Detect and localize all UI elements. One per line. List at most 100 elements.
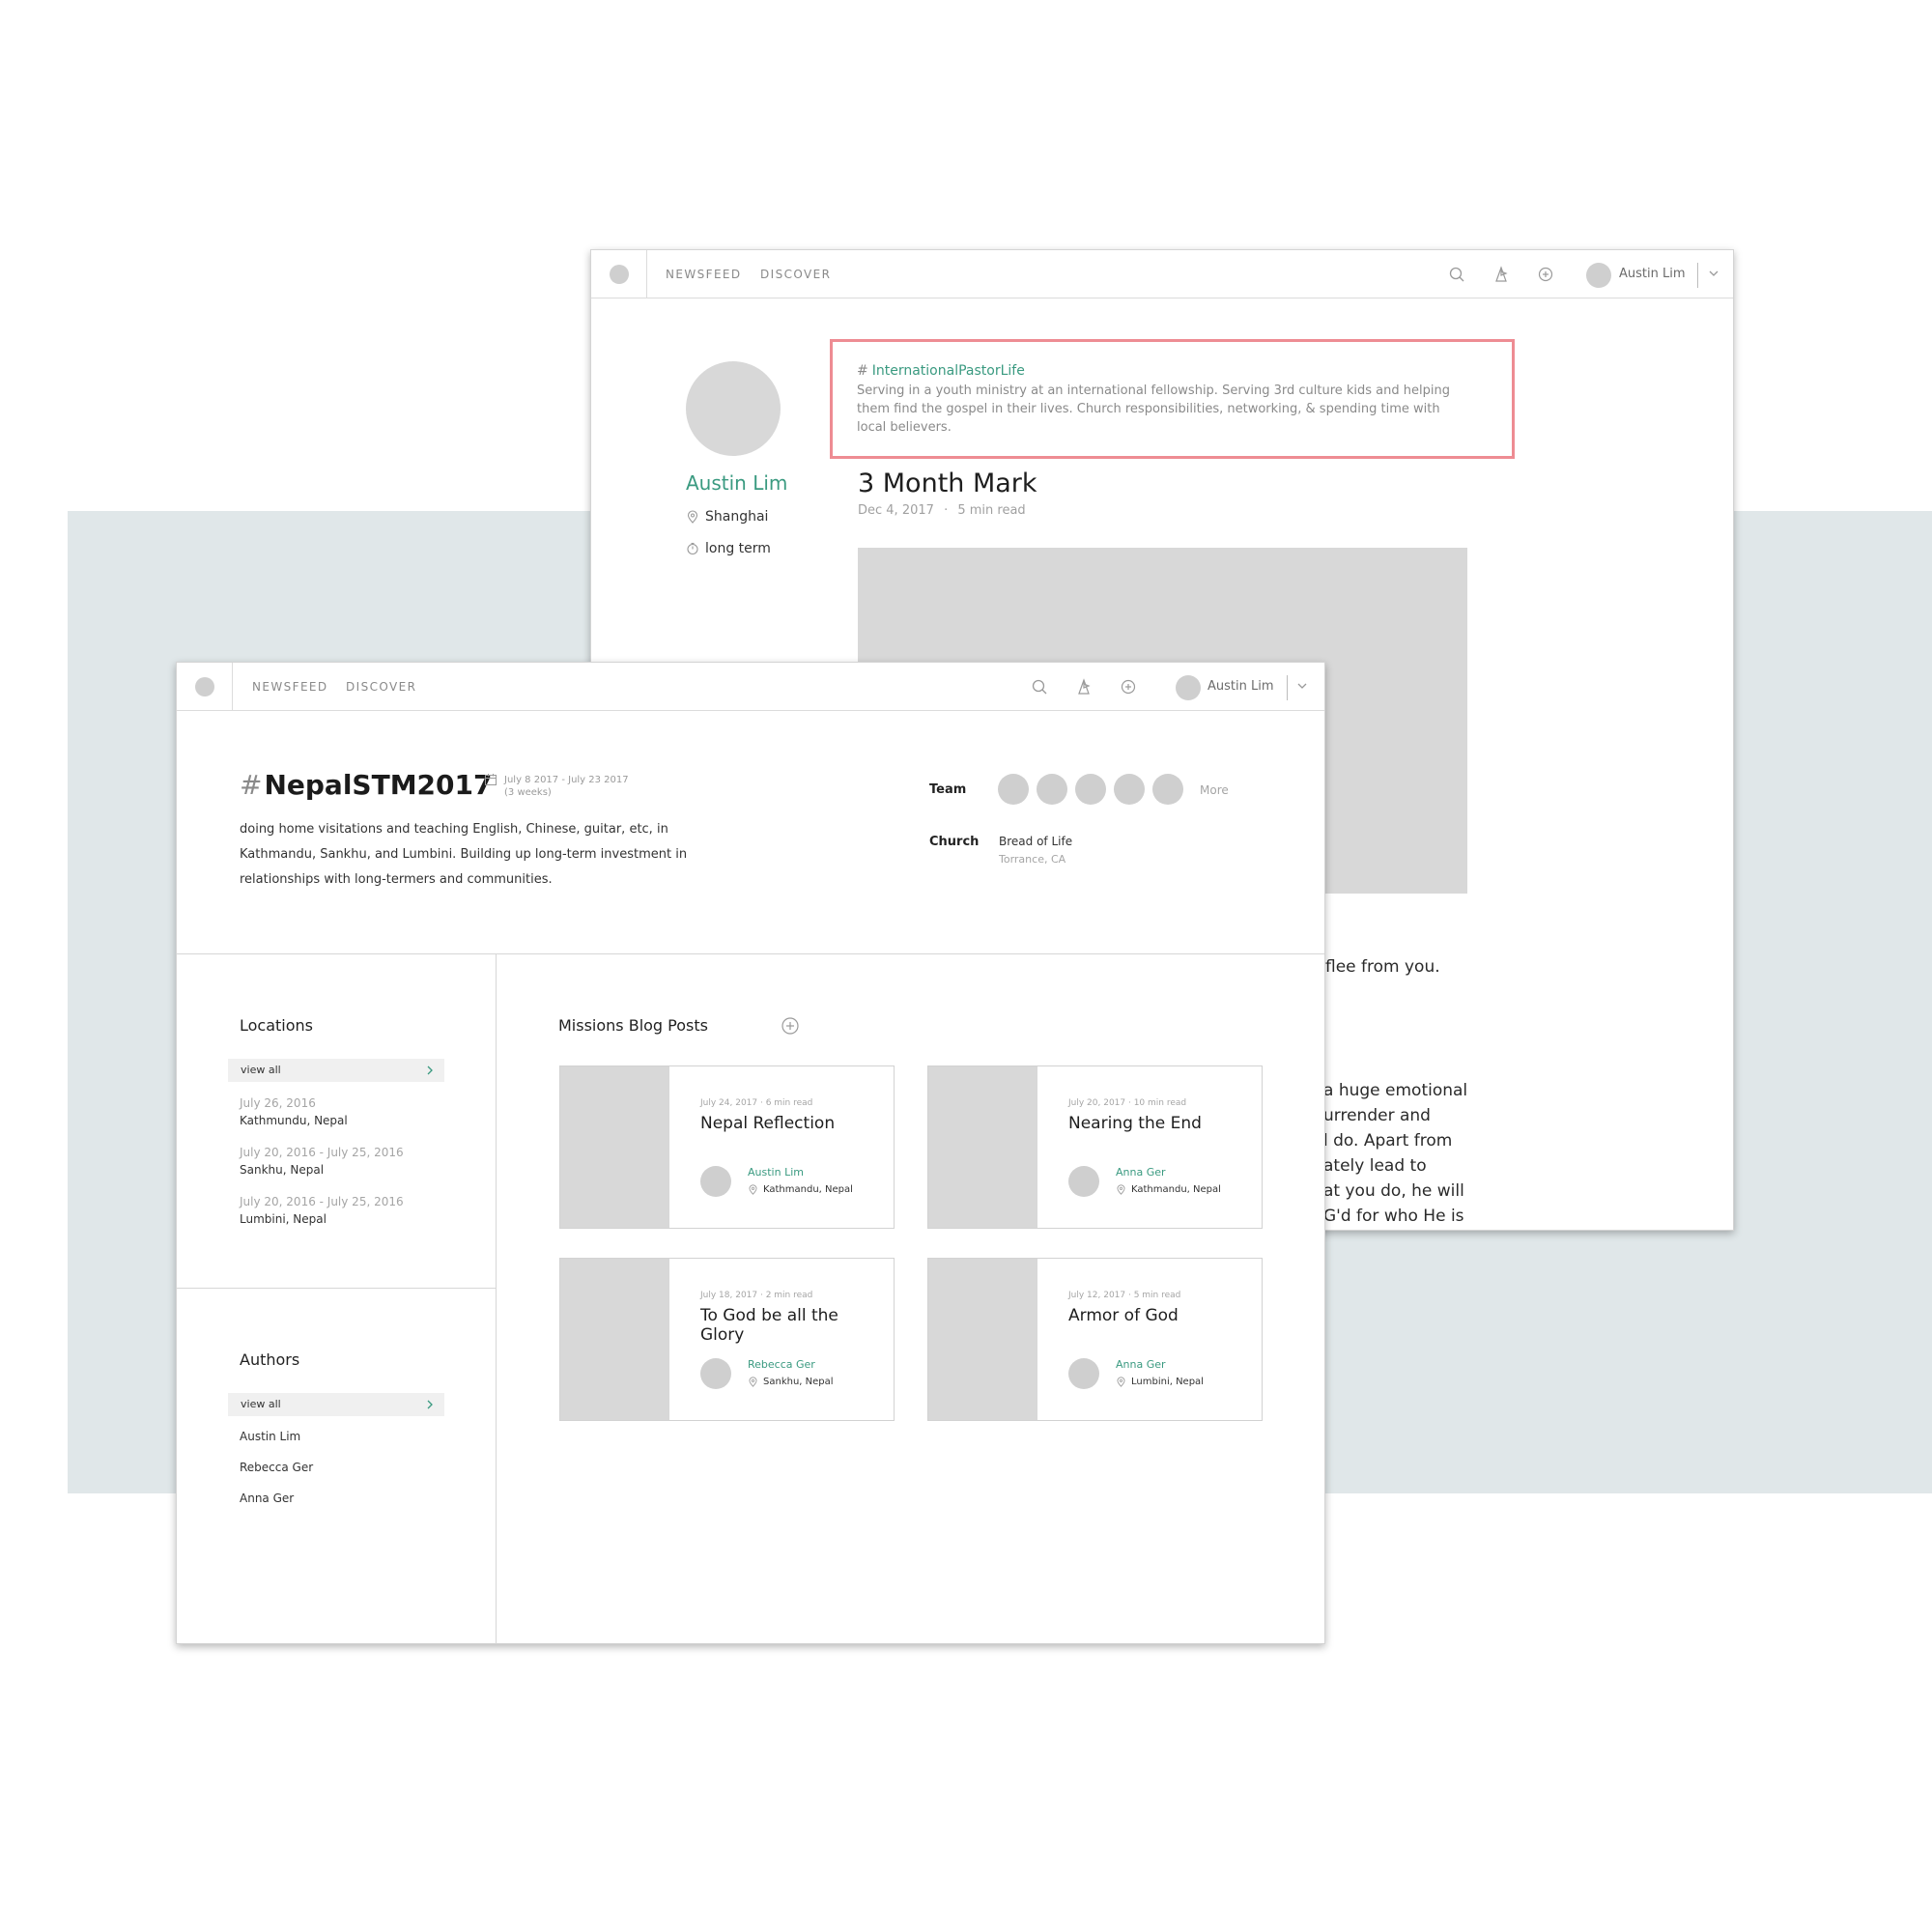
user-avatar[interactable] [1176, 675, 1201, 700]
blog-post-title[interactable]: Nepal Reflection [700, 1114, 874, 1133]
blog-post-meta: July 20, 2017 · 10 min read [1068, 1098, 1187, 1108]
chevron-right-icon [427, 1065, 433, 1075]
team-member-avatar[interactable] [1075, 774, 1106, 805]
author-name[interactable]: Austin Lim [240, 1430, 300, 1443]
location-name[interactable]: Lumbini, Nepal [240, 1212, 327, 1226]
profile-location: Shanghai [686, 509, 768, 525]
blog-post-location-text: Kathmandu, Nepal [1131, 1184, 1221, 1195]
post-body-line: at you do, he will [1323, 1181, 1464, 1201]
logo-icon[interactable] [195, 677, 214, 696]
blog-post-card[interactable]: July 20, 2017 · 10 min read Nearing the … [927, 1065, 1263, 1229]
post-body-line: urrender and [1323, 1106, 1431, 1125]
blog-post-thumbnail[interactable] [560, 1066, 669, 1228]
profile-term-text: long term [705, 541, 771, 556]
location-pin-icon [1117, 1184, 1125, 1195]
stage: NEWSFEED DISCOVER Austin Lim Austin Lim … [0, 0, 1932, 1932]
nav-newsfeed[interactable]: NEWSFEED [666, 268, 742, 281]
trip-description: doing home visitations and teaching Engl… [240, 822, 688, 887]
add-post-icon[interactable] [781, 1016, 800, 1036]
column-divider [496, 953, 497, 1643]
nav-discover[interactable]: DISCOVER [760, 268, 831, 281]
blog-post-meta: July 18, 2017 · 2 min read [700, 1291, 813, 1300]
location-date: July 20, 2016 - July 25, 2016 [240, 1195, 404, 1208]
blog-post-thumbnail[interactable] [560, 1259, 669, 1420]
add-icon[interactable] [1118, 676, 1139, 697]
author-avatar [1068, 1358, 1099, 1389]
logo-icon[interactable] [610, 265, 629, 284]
authors-view-all[interactable]: view all [228, 1393, 444, 1416]
profile-hashtag-text[interactable]: InternationalPastorLife [872, 363, 1025, 379]
profile-name[interactable]: Austin Lim [686, 471, 787, 495]
profile-hashtag[interactable]: # InternationalPastorLife [857, 363, 1025, 379]
nav-newsfeed[interactable]: NEWSFEED [252, 680, 328, 694]
blog-post-thumbnail[interactable] [928, 1066, 1037, 1228]
team-more-link[interactable]: More [1200, 783, 1229, 797]
post-body-line: a huge emotional [1323, 1081, 1468, 1100]
profile-avatar [686, 361, 781, 456]
blog-posts-title: Missions Blog Posts [558, 1016, 708, 1035]
blog-post-meta: July 12, 2017 · 5 min read [1068, 1291, 1181, 1300]
user-avatar[interactable] [1586, 263, 1611, 288]
chevron-down-icon[interactable] [1706, 266, 1721, 281]
locations-title: Locations [240, 1016, 314, 1035]
blog-post-card[interactable]: July 12, 2017 · 5 min read Armor of God … [927, 1258, 1263, 1421]
blog-post-author[interactable]: Anna Ger [1116, 1358, 1166, 1371]
team-member-avatar[interactable] [1152, 774, 1183, 805]
timer-icon [687, 542, 698, 555]
location-name[interactable]: Sankhu, Nepal [240, 1163, 324, 1177]
view-all-label: view all [241, 1398, 281, 1410]
trip-duration: (3 weeks) [504, 787, 552, 798]
locations-view-all[interactable]: view all [228, 1059, 444, 1082]
author-name[interactable]: Rebecca Ger [240, 1461, 313, 1474]
post-meta-separator: · [944, 503, 949, 518]
location-pin-icon [1117, 1377, 1125, 1387]
blog-post-title[interactable]: Nearing the End [1068, 1114, 1242, 1133]
team-label: Team [929, 782, 967, 797]
add-icon[interactable] [1535, 264, 1556, 285]
post-meta: Dec 4, 2017 · 5 min read [858, 503, 1026, 518]
chevron-down-icon[interactable] [1294, 678, 1310, 694]
hash-symbol: # [240, 769, 263, 801]
authors-title: Authors [240, 1350, 300, 1369]
blog-post-author[interactable]: Austin Lim [748, 1166, 804, 1179]
search-icon[interactable] [1029, 676, 1050, 697]
nav-username[interactable]: Austin Lim [1619, 267, 1686, 281]
blog-post-card[interactable]: July 18, 2017 · 2 min read To God be all… [559, 1258, 895, 1421]
location-date: July 26, 2016 [240, 1096, 316, 1110]
nav-username[interactable]: Austin Lim [1208, 679, 1274, 694]
post-title[interactable]: 3 Month Mark [858, 469, 1037, 498]
blog-post-card[interactable]: July 24, 2017 · 6 min read Nepal Reflect… [559, 1065, 895, 1229]
location-name[interactable]: Kathmundu, Nepal [240, 1114, 348, 1127]
blog-post-title[interactable]: To God be all the Glory [700, 1306, 874, 1345]
post-body-line: G'd for who He is [1323, 1207, 1464, 1226]
chevron-right-icon [427, 1400, 433, 1409]
logo-cell[interactable] [177, 663, 233, 711]
blog-post-location-text: Lumbini, Nepal [1131, 1377, 1204, 1387]
blog-post-location: Sankhu, Nepal [748, 1377, 834, 1387]
blog-post-author[interactable]: Rebecca Ger [748, 1358, 815, 1371]
logo-cell[interactable] [591, 250, 647, 298]
church-name[interactable]: Bread of Life [999, 835, 1072, 848]
location-pin-icon [687, 510, 698, 524]
post-date: Dec 4, 2017 [858, 503, 934, 518]
flag-icon[interactable] [1491, 264, 1512, 285]
team-member-avatar[interactable] [1037, 774, 1067, 805]
team-member-avatar[interactable] [1114, 774, 1145, 805]
blog-post-meta: July 24, 2017 · 6 min read [700, 1098, 813, 1108]
nav-divider [1287, 675, 1288, 700]
calendar-icon [485, 774, 497, 785]
sidebar-divider [177, 1288, 496, 1289]
team-member-avatar[interactable] [998, 774, 1029, 805]
church-label: Church [929, 835, 980, 849]
blog-post-location-text: Sankhu, Nepal [763, 1377, 834, 1387]
trip-title: #NepalSTM2017 [240, 769, 493, 801]
blog-post-title[interactable]: Armor of God [1068, 1306, 1242, 1325]
profile-bio: Serving in a youth ministry at an intern… [857, 384, 1450, 435]
search-icon[interactable] [1446, 264, 1467, 285]
nav-discover[interactable]: DISCOVER [346, 680, 416, 694]
blog-post-author[interactable]: Anna Ger [1116, 1166, 1166, 1179]
blog-post-thumbnail[interactable] [928, 1259, 1037, 1420]
author-name[interactable]: Anna Ger [240, 1492, 294, 1505]
flag-icon[interactable] [1073, 676, 1094, 697]
church-location: Torrance, CA [999, 853, 1066, 866]
